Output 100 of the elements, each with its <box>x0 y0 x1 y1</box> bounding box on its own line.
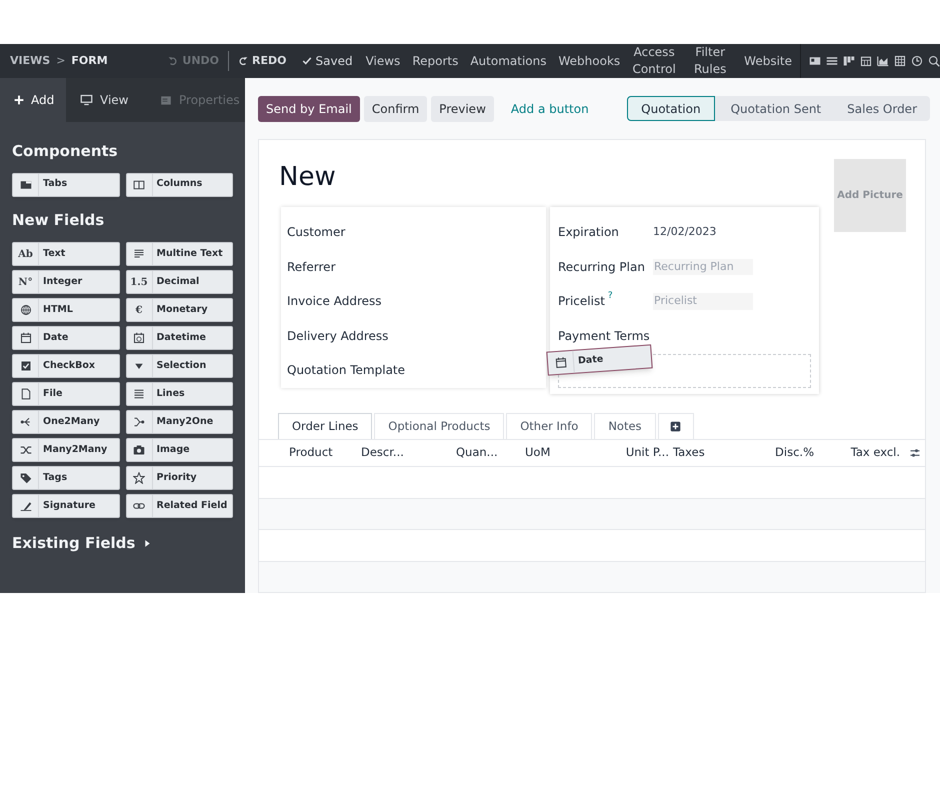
notebook-tab[interactable]: Optional Products <box>374 413 504 439</box>
type-symbol: 1.5 <box>130 276 148 290</box>
tag-icon <box>20 472 32 484</box>
breadcrumb-item: FORM <box>71 52 108 69</box>
header-button[interactable]: Confirm <box>364 96 428 122</box>
status-step[interactable]: Sales Order <box>834 96 930 121</box>
kanban-view-icon[interactable] <box>843 55 855 67</box>
column-header[interactable]: Taxes <box>669 444 761 462</box>
field-type-button[interactable]: Lines <box>126 382 233 406</box>
field-type-button[interactable]: Tags <box>12 466 120 490</box>
field-label: Quotation Template <box>287 362 406 380</box>
saved-indicator: Saved <box>302 52 353 70</box>
menu-link[interactable]: Webhooks <box>558 52 620 70</box>
star-icon <box>133 472 145 484</box>
graph-view-icon[interactable] <box>877 55 889 67</box>
menu-link[interactable]: Access Control <box>632 44 676 78</box>
tabs-icon <box>20 178 32 190</box>
field-type-button[interactable]: Datetime <box>126 326 233 350</box>
add-tab-icon[interactable] <box>670 421 682 432</box>
globe-icon <box>20 304 32 316</box>
sidebar-tab[interactable]: Add <box>0 78 66 122</box>
field-type-button[interactable]: Priority <box>126 466 233 490</box>
notebook-tab[interactable]: Other Info <box>506 413 592 439</box>
record-title: New <box>279 161 337 194</box>
field-type-button[interactable]: One2Many <box>12 410 120 434</box>
column-settings-icon <box>909 447 921 459</box>
column-header[interactable]: Unit P... <box>600 444 669 462</box>
list-view-icon[interactable] <box>826 55 838 67</box>
calendar-clock-icon <box>133 332 145 344</box>
search-icon[interactable] <box>928 55 940 67</box>
list-icon <box>133 388 145 400</box>
column-header[interactable]: Descr... <box>355 444 445 462</box>
menu-link[interactable]: Reports <box>412 52 458 70</box>
menu-link[interactable]: Filter Rules <box>688 44 732 78</box>
help-mark[interactable]: ? <box>608 292 613 302</box>
calendar-view-icon[interactable] <box>860 55 872 67</box>
column-header[interactable]: Tax excl. <box>814 444 900 462</box>
field-type-button[interactable]: 1.5 Decimal <box>126 270 233 294</box>
field-label: Referrer <box>287 258 336 276</box>
field-type-button[interactable]: Signature <box>12 494 120 518</box>
pen-icon <box>20 500 32 512</box>
field-type-button[interactable]: CheckBox <box>12 354 120 378</box>
field-label: Recurring Plan <box>558 258 646 276</box>
shuffle-icon <box>20 444 32 456</box>
column-header[interactable]: Disc.% <box>761 444 814 462</box>
breadcrumb-item[interactable]: VIEWS <box>10 52 50 70</box>
field-type-button[interactable]: Related Field <box>126 494 233 518</box>
status-step[interactable]: Quotation <box>627 96 715 121</box>
notebook-tab[interactable]: Notes <box>594 413 656 439</box>
header-button[interactable]: Preview <box>431 96 494 122</box>
dragged-field-chip[interactable]: Date <box>546 344 653 376</box>
field-label: Payment Terms <box>558 328 651 345</box>
type-symbol: N° <box>18 276 33 290</box>
status-step[interactable]: Quotation Sent <box>714 96 834 121</box>
section-title: Components <box>12 141 119 162</box>
input-field[interactable]: Recurring Plan <box>653 258 753 275</box>
existing-fields-toggle[interactable]: Existing Fields <box>12 532 152 554</box>
field-type-button[interactable]: Many2Many <box>12 438 120 462</box>
caret-right-icon <box>143 538 152 548</box>
redo-icon <box>238 56 248 66</box>
undo-icon <box>168 56 178 66</box>
field-type-button[interactable]: € Monetary <box>126 298 233 322</box>
field-type-button[interactable]: HTML <box>12 298 120 322</box>
notebook-tab[interactable]: Order Lines <box>278 413 372 439</box>
input-field[interactable]: Pricelist <box>653 293 753 310</box>
field-value: 12/02/2023 <box>653 224 716 240</box>
field-type-button[interactable]: Date <box>12 326 120 350</box>
menu-link[interactable]: Views <box>366 52 400 70</box>
field-label: Invoice Address <box>287 293 383 310</box>
properties-icon <box>160 94 172 106</box>
add-button-link[interactable]: Add a button <box>502 96 597 122</box>
field-type-button[interactable]: Ab Text <box>12 242 120 266</box>
field-type-button[interactable]: Selection <box>126 354 233 378</box>
field-label: Delivery Address <box>287 328 390 345</box>
menu-link[interactable]: Automations <box>470 52 546 70</box>
link-icon <box>133 500 145 512</box>
monitor-icon <box>80 94 93 106</box>
field-label: Pricelist <box>558 293 605 310</box>
field-type-button[interactable]: Multine Text <box>126 242 233 266</box>
pivot-view-icon[interactable] <box>894 55 906 67</box>
form-view-icon[interactable] <box>809 55 821 67</box>
field-label: Customer <box>287 224 346 242</box>
type-symbol: € <box>136 304 142 318</box>
field-type-button[interactable]: Tabs <box>12 172 120 196</box>
header-button[interactable]: Send by Email <box>258 96 360 122</box>
plus-icon <box>14 95 24 105</box>
column-header[interactable]: Product <box>259 444 355 462</box>
field-type-button[interactable]: Many2One <box>126 410 233 434</box>
clock-icon[interactable] <box>911 55 923 67</box>
column-header[interactable]: Quan... <box>445 444 515 462</box>
field-type-button[interactable]: File <box>12 382 120 406</box>
column-header[interactable]: UoM <box>515 444 600 462</box>
menu-link[interactable]: Website <box>744 52 792 70</box>
merge-icon <box>133 416 145 428</box>
type-symbol: Ab <box>18 248 33 262</box>
field-label: Expiration <box>558 224 620 242</box>
field-type-button[interactable]: Image <box>126 438 233 462</box>
field-type-button[interactable]: Columns <box>126 172 233 196</box>
redo-button[interactable]: REDO <box>238 52 286 70</box>
field-type-button[interactable]: N° Integer <box>12 270 120 294</box>
